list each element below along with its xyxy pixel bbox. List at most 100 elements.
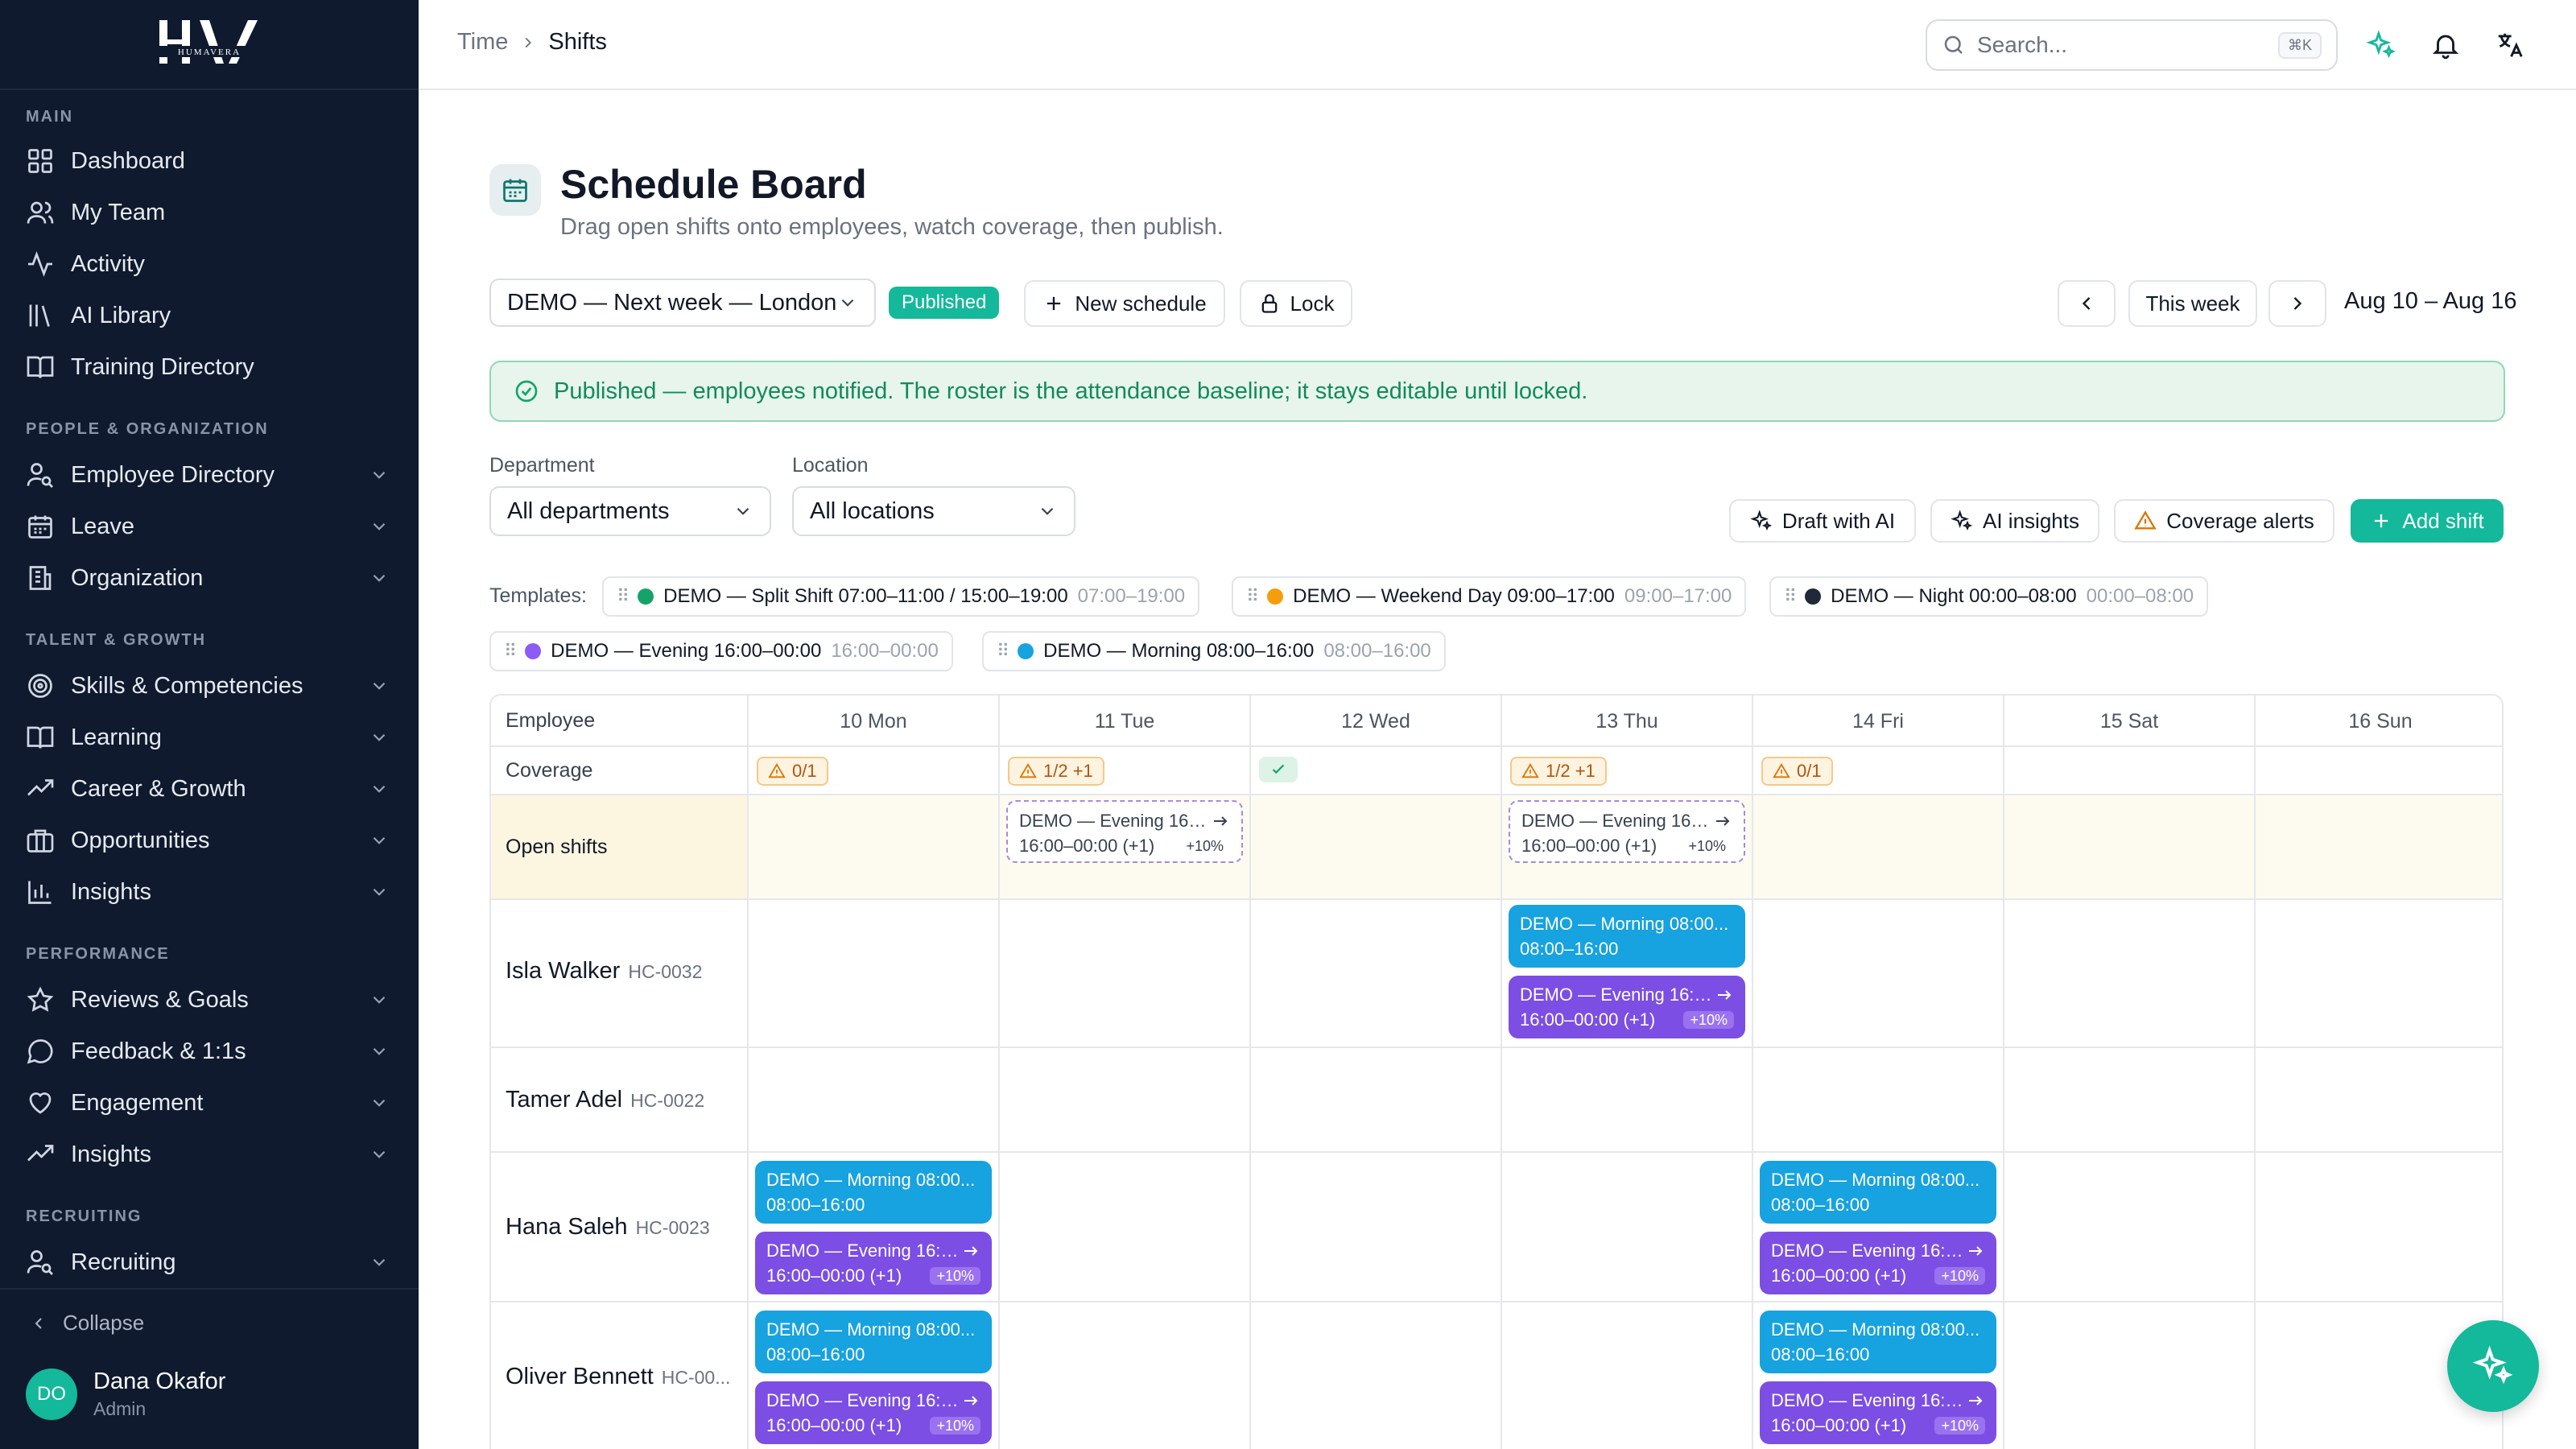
prev-week-button[interactable] xyxy=(2058,280,2116,327)
template-chip-morning[interactable]: ⠿ DEMO — Morning 08:00–16:00 08:00–16:00 xyxy=(982,631,1446,671)
sidebar-item-perf-insights[interactable]: Insights xyxy=(26,1132,393,1177)
template-time: 16:00–00:00 xyxy=(831,640,939,662)
template-chip-split-shift[interactable]: ⠿ DEMO — Split Shift 07:00–11:00 / 15:00… xyxy=(602,576,1200,617)
section-main: MAIN xyxy=(26,108,74,126)
sidebar-item-recruiting[interactable]: Recruiting xyxy=(26,1240,393,1285)
target-icon xyxy=(26,671,55,700)
sidebar-item-label: Leave xyxy=(71,513,135,539)
draft-with-ai-button[interactable]: Draft with AI xyxy=(1729,499,1916,543)
new-schedule-button[interactable]: New schedule xyxy=(1024,280,1225,327)
evening-shift-card[interactable]: DEMO — Evening 16:0... 16:00–00:00 (+1) +… xyxy=(1509,976,1745,1038)
lock-icon xyxy=(1261,294,1277,313)
search-icon xyxy=(1944,35,1963,54)
sidebar-item-ai-library[interactable]: AI Library xyxy=(26,293,393,338)
sidebar-item-label: Feedback & 1:1s xyxy=(71,1038,246,1064)
sidebar-item-dashboard[interactable]: Dashboard xyxy=(26,138,393,184)
open-shifts-row-label: Open shifts xyxy=(506,835,608,858)
notifications-button[interactable] xyxy=(2426,26,2465,64)
coverage-badge-thu[interactable]: 1/2 +1 xyxy=(1510,757,1607,786)
sidebar-item-training-directory[interactable]: Training Directory xyxy=(26,345,393,390)
template-chip-night[interactable]: ⠿ DEMO — Night 00:00–08:00 00:00–08:00 xyxy=(1769,576,2209,617)
shift-title: DEMO — Morning 08:00... xyxy=(766,1319,976,1340)
morning-shift-card[interactable]: DEMO — Morning 08:00... 08:00–16:00 xyxy=(755,1311,992,1373)
breadcrumb-time[interactable]: Time xyxy=(457,29,508,56)
shift-time: 16:00–00:00 (+1) xyxy=(1019,836,1155,856)
template-chip-evening[interactable]: ⠿ DEMO — Evening 16:00–00:00 16:00–00:00 xyxy=(489,631,953,671)
shift-title: DEMO — Morning 08:00... xyxy=(1771,1319,1980,1340)
evening-shift-card[interactable]: DEMO — Evening 16:0... 16:00–00:00 (+1) +… xyxy=(1760,1381,1996,1444)
open-shift-card[interactable]: DEMO — Evening 16:0... 16:00–00:00 (+1) +… xyxy=(1006,800,1243,863)
sidebar-item-learning[interactable]: Learning xyxy=(26,715,393,760)
sidebar-item-activity[interactable]: Activity xyxy=(26,242,393,287)
sidebar-item-insights[interactable]: Insights xyxy=(26,869,393,914)
morning-shift-card[interactable]: DEMO — Morning 08:00... 08:00–16:00 xyxy=(1760,1161,1996,1224)
department-select[interactable]: All departments xyxy=(489,486,771,536)
employee-row-label[interactable]: Oliver Bennett HC-00... xyxy=(506,1364,730,1390)
employee-row-label[interactable]: Tamer Adel HC-0022 xyxy=(506,1087,704,1113)
coverage-badge-fri[interactable]: 0/1 xyxy=(1761,757,1833,786)
morning-shift-card[interactable]: DEMO — Morning 08:00... 08:00–16:00 xyxy=(755,1161,992,1224)
drag-handle-icon: ⠿ xyxy=(617,586,630,606)
drag-handle-icon: ⠿ xyxy=(1246,586,1259,606)
chevron-down-icon xyxy=(841,299,854,307)
grid-icon xyxy=(26,147,55,175)
page-title: Schedule Board xyxy=(560,162,867,207)
coverage-badge-mon[interactable]: 0/1 xyxy=(757,757,828,786)
sidebar-item-my-team[interactable]: My Team xyxy=(26,190,393,235)
ai-assistant-fab[interactable] xyxy=(2447,1320,2539,1412)
brand-logo[interactable]: HUMAVERA xyxy=(0,0,419,90)
day-header-sun: 16 Sun xyxy=(2348,709,2413,733)
schedule-select[interactable]: DEMO — Next week — London C xyxy=(489,279,876,327)
evening-shift-card[interactable]: DEMO — Evening 16:0... 16:00–00:00 (+1) +… xyxy=(1760,1232,1996,1294)
open-shift-card[interactable]: DEMO — Evening 16:0... 16:00–00:00 (+1) +… xyxy=(1509,800,1745,863)
sidebar-item-label: Opportunities xyxy=(71,827,210,853)
book-icon xyxy=(26,723,55,752)
this-week-label: This week xyxy=(2145,291,2240,316)
template-chip-weekend-day[interactable]: ⠿ DEMO — Weekend Day 09:00–17:00 09:00–1… xyxy=(1232,576,1747,617)
coverage-badge-wed[interactable] xyxy=(1259,757,1298,782)
morning-shift-card[interactable]: DEMO — Morning 08:00... 08:00–16:00 xyxy=(1509,905,1745,968)
ai-insights-button[interactable]: AI insights xyxy=(1930,499,2099,543)
coverage-badge-tue[interactable]: 1/2 +1 xyxy=(1008,757,1104,786)
location-select[interactable]: All locations xyxy=(792,486,1075,536)
employee-name: Hana Saleh xyxy=(506,1214,628,1240)
collapse-button[interactable]: Collapse xyxy=(29,1311,144,1335)
grid-divider xyxy=(998,696,1000,1449)
employee-row-label[interactable]: Hana Saleh HC-0023 xyxy=(506,1214,710,1241)
chevron-left-icon xyxy=(35,1317,42,1329)
sidebar-item-career-growth[interactable]: Career & Growth xyxy=(26,766,393,811)
add-shift-button[interactable]: Add shift xyxy=(2351,499,2504,543)
employee-row-label[interactable]: Isla Walker HC-0032 xyxy=(506,958,702,985)
sidebar-item-feedback[interactable]: Feedback & 1:1s xyxy=(26,1029,393,1074)
sidebar-item-engagement[interactable]: Engagement xyxy=(26,1080,393,1125)
shift-title: DEMO — Morning 08:00... xyxy=(1771,1170,1980,1190)
evening-shift-card[interactable]: DEMO — Evening 16:0... 16:00–00:00 (+1) +… xyxy=(755,1232,992,1294)
sidebar-item-label: Employee Directory xyxy=(71,461,275,488)
this-week-button[interactable]: This week xyxy=(2128,280,2257,327)
language-button[interactable] xyxy=(2491,26,2529,64)
lock-button[interactable]: Lock xyxy=(1240,280,1352,327)
shift-time: 16:00–00:00 (+1) xyxy=(766,1415,902,1435)
next-week-button[interactable] xyxy=(2268,280,2326,327)
sidebar-item-skills[interactable]: Skills & Competencies xyxy=(26,663,393,708)
coverage-value: 1/2 +1 xyxy=(1546,761,1596,781)
coverage-alerts-button[interactable]: Coverage alerts xyxy=(2114,499,2334,543)
grid-divider xyxy=(491,794,2502,795)
template-color-dot xyxy=(525,643,542,659)
employee-name: Oliver Bennett xyxy=(506,1364,654,1389)
ai-insights-label: AI insights xyxy=(1983,508,2079,533)
morning-shift-card[interactable]: DEMO — Morning 08:00... 08:00–16:00 xyxy=(1760,1311,1996,1373)
sidebar-item-opportunities[interactable]: Opportunities xyxy=(26,818,393,863)
premium-badge: +10% xyxy=(1186,837,1224,854)
grid-divider xyxy=(1752,696,1753,1449)
shift-time: 16:00–00:00 (+1) xyxy=(766,1265,902,1286)
sidebar-item-employee-directory[interactable]: Employee Directory xyxy=(26,452,393,497)
ai-sparkle-button[interactable] xyxy=(2362,26,2401,64)
evening-shift-card[interactable]: DEMO — Evening 16:0... 16:00–00:00 (+1) +… xyxy=(755,1381,992,1444)
sidebar-item-organization[interactable]: Organization xyxy=(26,555,393,601)
sidebar-item-reviews-goals[interactable]: Reviews & Goals xyxy=(26,977,393,1022)
warning-icon xyxy=(1019,762,1037,778)
search-input[interactable]: Search... ⌘K xyxy=(1926,19,2338,71)
user-profile[interactable]: DO Dana Okafor Admin xyxy=(26,1368,225,1420)
sidebar-item-leave[interactable]: Leave xyxy=(26,504,393,549)
